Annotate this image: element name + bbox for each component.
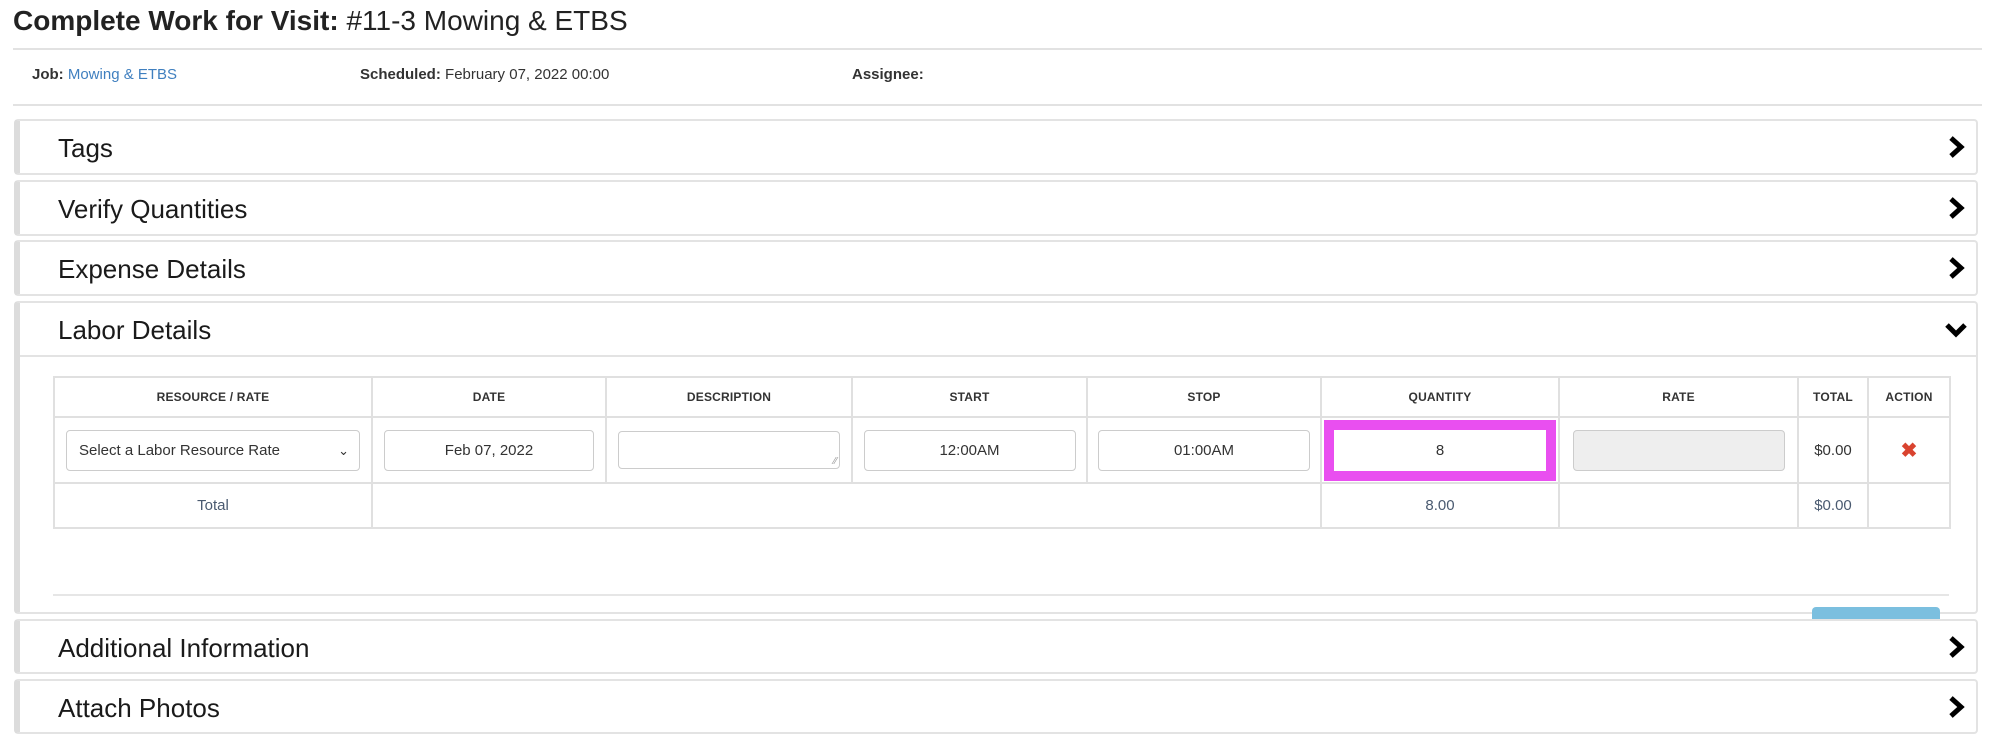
totals-spacer [371, 482, 1322, 529]
labor-table: RESOURCE / RATE DATE DESCRIPTION START S… [53, 376, 1951, 529]
description-textarea[interactable]: ⁄⁄ [618, 431, 840, 469]
stop-time-input[interactable]: 01:00AM [1098, 429, 1310, 471]
panel-expense-details: Expense Details [14, 240, 1978, 296]
panel-attach-photos: Attach Photos [14, 679, 1978, 734]
column-header-start: START [851, 376, 1088, 418]
panel-tags-header[interactable]: Tags [20, 121, 1976, 173]
chevron-right-icon[interactable] [1944, 135, 1968, 159]
assignee-info: Assignee: [852, 66, 924, 84]
scheduled-label: Scheduled: [360, 66, 441, 83]
chevron-down-icon: ⌄ [338, 442, 349, 458]
column-header-total: TOTAL [1797, 376, 1869, 418]
panel-title: Expense Details [58, 254, 246, 284]
totals-rate [1558, 482, 1799, 529]
column-header-quantity: QUANTITY [1320, 376, 1560, 418]
column-header-stop: STOP [1086, 376, 1322, 418]
row-total: $0.00 [1797, 416, 1869, 484]
chevron-right-icon[interactable] [1944, 695, 1968, 719]
resize-grip-icon[interactable]: ⁄⁄ [834, 456, 837, 467]
labor-separator [53, 594, 1949, 596]
panel-additional-information: Additional Information [14, 619, 1978, 674]
resource-rate-select-value: Select a Labor Resource Rate [79, 441, 280, 459]
column-header-resource-rate: RESOURCE / RATE [53, 376, 373, 418]
scheduled-info: Scheduled: February 07, 2022 00:00 [360, 66, 609, 84]
panel-title: Verify Quantities [58, 194, 248, 224]
date-input[interactable]: Feb 07, 2022 [384, 429, 594, 471]
job-info: Job: Mowing & ETBS [32, 66, 177, 84]
panel-verify-quantities-header[interactable]: Verify Quantities [20, 182, 1976, 234]
job-label: Job: [32, 66, 64, 83]
page-title: Complete Work for Visit: #11-3 Mowing & … [13, 4, 628, 38]
panel-title: Labor Details [58, 315, 212, 345]
quantity-input[interactable]: 8 [1334, 429, 1546, 471]
job-link[interactable]: Mowing & ETBS [68, 66, 177, 83]
chevron-right-icon[interactable] [1944, 196, 1968, 220]
panel-verify-quantities: Verify Quantities [14, 180, 1978, 236]
labor-details-body: RESOURCE / RATE DATE DESCRIPTION START S… [20, 355, 1976, 648]
panel-title: Additional Information [58, 633, 310, 663]
panel-tags: Tags [14, 119, 1978, 175]
quantity-highlight: 8 [1324, 419, 1556, 481]
panel-title: Attach Photos [58, 693, 220, 723]
table-row: Select a Labor Resource Rate ⌄ Feb 07, 2… [53, 416, 1951, 484]
totals-amount: $0.00 [1797, 482, 1869, 529]
totals-row: Total 8.00 $0.00 [53, 482, 1951, 529]
chevron-down-icon[interactable] [1944, 317, 1968, 341]
start-time-input[interactable]: 12:00AM [863, 429, 1076, 471]
meta-divider [13, 104, 1982, 106]
column-header-action: ACTION [1867, 376, 1951, 418]
panel-expense-details-header[interactable]: Expense Details [20, 242, 1976, 294]
delete-icon[interactable]: ✖ [1901, 440, 1918, 462]
chevron-right-icon[interactable] [1944, 256, 1968, 280]
panel-labor-details-header[interactable]: Labor Details [20, 303, 1976, 355]
column-header-rate: RATE [1558, 376, 1799, 418]
scheduled-value: February 07, 2022 00:00 [445, 66, 610, 83]
header-divider [13, 48, 1982, 50]
panel-labor-details: Labor Details RESOURCE / RATE DATE DESCR… [14, 301, 1978, 648]
labor-table-header: RESOURCE / RATE DATE DESCRIPTION START S… [53, 376, 1951, 418]
totals-action [1867, 482, 1951, 529]
panel-attach-photos-header[interactable]: Attach Photos [20, 681, 1976, 733]
column-header-description: DESCRIPTION [605, 376, 853, 418]
page-title-prefix: Complete Work for Visit: [13, 5, 339, 36]
chevron-right-icon[interactable] [1944, 635, 1968, 659]
rate-input [1572, 429, 1785, 471]
panel-title: Tags [58, 133, 113, 163]
page-title-value: #11-3 Mowing & ETBS [346, 5, 628, 36]
panel-additional-information-header[interactable]: Additional Information [20, 621, 1976, 673]
totals-quantity: 8.00 [1320, 482, 1560, 529]
totals-label: Total [53, 482, 373, 529]
assignee-label: Assignee: [852, 66, 924, 83]
resource-rate-select[interactable]: Select a Labor Resource Rate ⌄ [66, 429, 360, 471]
column-header-date: DATE [371, 376, 607, 418]
